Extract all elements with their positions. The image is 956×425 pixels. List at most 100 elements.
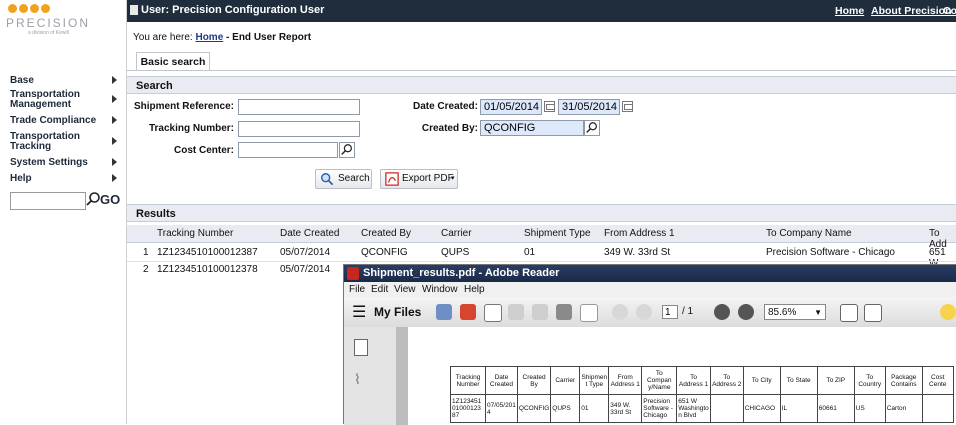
pdf-column-header: Shipmen t Type bbox=[579, 366, 610, 395]
edit-icon[interactable] bbox=[484, 304, 502, 322]
sidebar-item-transportation-tracking[interactable]: Transportation Tracking bbox=[10, 132, 95, 152]
previous-page-icon[interactable] bbox=[612, 304, 628, 320]
zoom-select[interactable]: 85.6% ▼ bbox=[764, 304, 826, 320]
breadcrumb-home-link[interactable]: Home bbox=[195, 32, 223, 43]
go-button[interactable]: GO bbox=[100, 192, 120, 207]
pdf-viewport[interactable]: Tracking Number Date Created Created By … bbox=[396, 327, 956, 425]
export-pdf-button[interactable]: Export PDF ▾ bbox=[380, 169, 458, 189]
header-link-co[interactable]: Co bbox=[943, 5, 956, 17]
pdf-table-cell: 07/05/201 4 bbox=[485, 394, 518, 423]
hamburger-menu-icon[interactable]: ☰ bbox=[352, 302, 366, 322]
fit-width-icon[interactable] bbox=[840, 304, 858, 322]
search-button[interactable]: Search bbox=[315, 169, 372, 189]
adobe-reader-window[interactable]: Shipment_results.pdf - Adobe Reader File… bbox=[343, 264, 956, 425]
cloud-icon[interactable] bbox=[508, 304, 524, 320]
pdf-table-cell: QUPS bbox=[550, 394, 581, 423]
table-cell: 1Z1234510100012387 bbox=[157, 247, 258, 258]
pdf-table-cell: Carton bbox=[884, 394, 923, 423]
print-icon[interactable] bbox=[556, 304, 572, 320]
sidebar-item-base[interactable]: Base bbox=[10, 76, 34, 86]
menu-file[interactable]: File bbox=[349, 282, 365, 297]
pdf-column-header: To Compan y/Name bbox=[641, 366, 678, 395]
page-number-input[interactable] bbox=[662, 305, 678, 319]
column-header[interactable]: Date Created bbox=[280, 228, 339, 239]
sidebar-item-trade-compliance[interactable]: Trade Compliance bbox=[10, 116, 96, 126]
email-icon[interactable] bbox=[580, 304, 598, 322]
chevron-right-icon bbox=[112, 76, 117, 84]
collapse-icon[interactable] bbox=[130, 5, 138, 15]
page-total: / 1 bbox=[682, 306, 694, 317]
pdf-table-cell: 60661 bbox=[816, 394, 855, 423]
pdf-column-header: Package Contains bbox=[884, 366, 923, 395]
sidebar-item-system-settings[interactable]: System Settings bbox=[10, 158, 88, 168]
table-cell: 05/07/2014 bbox=[280, 264, 331, 275]
reader-menu-bar: File Edit View Window Help bbox=[344, 282, 956, 297]
menu-window[interactable]: Window bbox=[422, 282, 458, 297]
export-pdf-label: Export PDF bbox=[402, 173, 454, 184]
header-link-about[interactable]: About Precision bbox=[871, 5, 952, 17]
create-pdf-icon[interactable] bbox=[436, 304, 452, 320]
tracking-number-input[interactable] bbox=[238, 121, 360, 137]
tab-basic-search[interactable]: Basic search bbox=[136, 52, 210, 71]
page-thumbnails-icon[interactable] bbox=[354, 339, 368, 356]
dropdown-arrow-icon[interactable]: ▾ bbox=[451, 170, 455, 188]
date-to-input[interactable] bbox=[558, 99, 620, 115]
save-icon[interactable] bbox=[532, 304, 548, 320]
breadcrumb: You are here: Home - End User Report bbox=[133, 32, 311, 43]
pdf-column-header: To State bbox=[779, 366, 818, 395]
created-by-lookup-button[interactable] bbox=[584, 120, 600, 136]
pdf-column-header: To ZIP bbox=[816, 366, 855, 395]
column-header[interactable]: Created By bbox=[361, 228, 411, 239]
column-header[interactable]: Carrier bbox=[441, 228, 472, 239]
sidebar-search-input[interactable] bbox=[10, 192, 86, 210]
pdf-results-table: Tracking Number Date Created Created By … bbox=[450, 366, 954, 423]
header-link-home[interactable]: Home bbox=[835, 5, 864, 17]
pdf-table-cell: 349 W. 33rd St bbox=[608, 394, 643, 423]
chevron-right-icon bbox=[112, 174, 117, 182]
tab-divider bbox=[127, 70, 956, 71]
cost-center-input[interactable] bbox=[238, 142, 338, 158]
results-section-header: Results bbox=[127, 204, 956, 222]
sidebar-item-transportation-management[interactable]: Transportation Management bbox=[10, 90, 105, 110]
pdf-table-cell: Precision Software - Chicago bbox=[641, 394, 678, 423]
next-page-icon[interactable] bbox=[636, 304, 652, 320]
search-icon bbox=[586, 122, 597, 133]
created-by-label: Created By: bbox=[421, 123, 478, 134]
column-header[interactable]: From Address 1 bbox=[604, 228, 675, 239]
table-cell: 01 bbox=[524, 247, 536, 258]
precision-logo: PRECISION a division of Kewill bbox=[0, 0, 126, 40]
menu-edit[interactable]: Edit bbox=[371, 282, 388, 297]
created-by-input[interactable] bbox=[480, 120, 584, 136]
sidebar-item-label: Transportation Tracking bbox=[10, 131, 81, 152]
menu-help[interactable]: Help bbox=[464, 282, 485, 297]
zoom-out-icon[interactable] bbox=[714, 304, 730, 320]
row-divider bbox=[127, 261, 956, 262]
cost-center-lookup-button[interactable] bbox=[339, 142, 355, 158]
pdf-table-cell bbox=[709, 394, 744, 423]
convert-pdf-icon[interactable] bbox=[460, 304, 476, 320]
calendar-icon[interactable] bbox=[622, 101, 633, 112]
my-files-button[interactable]: My Files bbox=[374, 305, 421, 319]
zoom-value: 85.6% bbox=[768, 307, 797, 318]
shipment-reference-input[interactable] bbox=[238, 99, 360, 115]
reader-side-panel: ⌇ bbox=[344, 327, 397, 425]
calendar-icon[interactable] bbox=[544, 101, 555, 112]
full-screen-icon[interactable] bbox=[864, 304, 882, 322]
search-icon[interactable] bbox=[85, 191, 101, 207]
pdf-column-header: To Country bbox=[853, 366, 886, 395]
sidebar-item-help[interactable]: Help bbox=[10, 174, 32, 184]
pdf-table-cell: US bbox=[853, 394, 886, 423]
column-header[interactable]: Tracking Number bbox=[157, 228, 233, 239]
sidebar-item-label: Trade Compliance bbox=[10, 115, 97, 126]
header-title: User: Precision Configuration User bbox=[141, 4, 325, 16]
zoom-in-icon[interactable] bbox=[738, 304, 754, 320]
column-header[interactable]: To Company Name bbox=[766, 228, 852, 239]
sidebar-item-label: Base bbox=[10, 75, 34, 86]
menu-view[interactable]: View bbox=[394, 282, 416, 297]
pdf-column-header: Carrier bbox=[550, 366, 581, 395]
date-from-input[interactable] bbox=[480, 99, 542, 115]
reader-title-bar[interactable]: Shipment_results.pdf - Adobe Reader bbox=[344, 265, 956, 282]
column-header[interactable]: Shipment Type bbox=[524, 228, 591, 239]
attachments-icon[interactable]: ⌇ bbox=[354, 371, 361, 388]
comment-icon[interactable] bbox=[940, 304, 956, 320]
